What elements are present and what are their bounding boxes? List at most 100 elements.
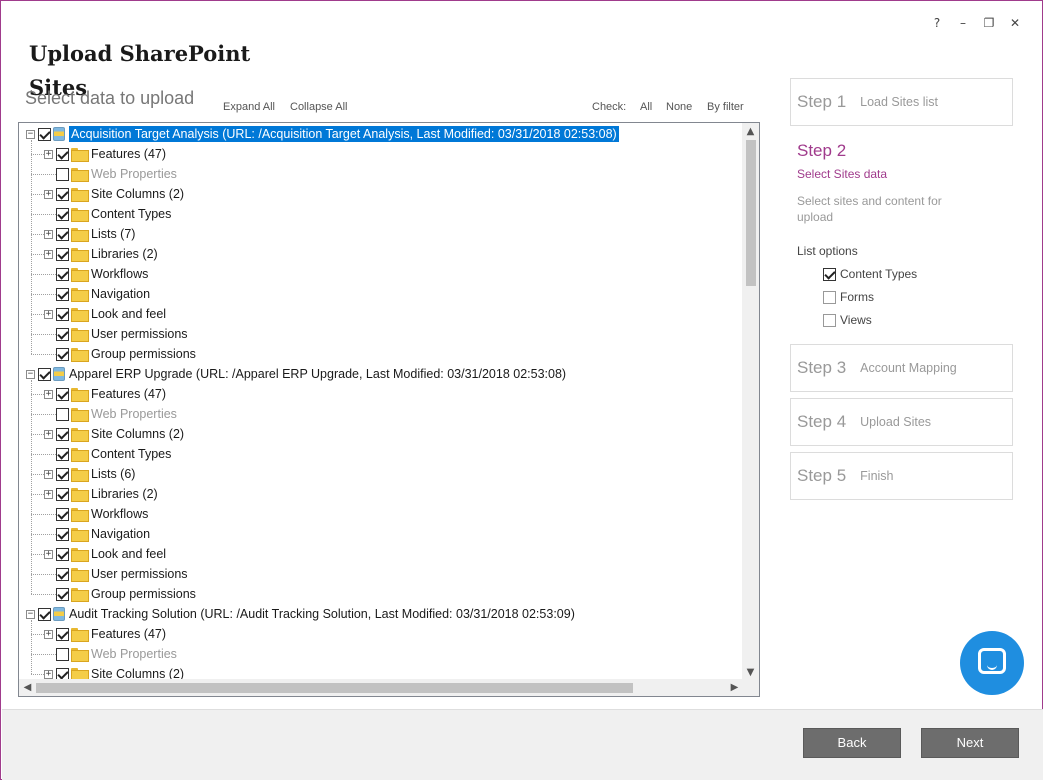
tree-child-node[interactable]: Navigation: [44, 524, 150, 544]
tree-checkbox[interactable]: [56, 147, 69, 161]
tree-checkbox[interactable]: [56, 467, 69, 481]
horizontal-scroll-thumb[interactable]: [36, 683, 633, 693]
tree-checkbox[interactable]: [38, 607, 51, 621]
tree-checkbox[interactable]: [56, 167, 69, 181]
tree-checkbox[interactable]: [56, 507, 69, 521]
tree-node-label[interactable]: Workflows: [91, 507, 148, 521]
tree-node-label[interactable]: Features (47): [91, 387, 166, 401]
tree-node-label[interactable]: Navigation: [91, 527, 150, 541]
tree-node-label[interactable]: User permissions: [91, 327, 188, 341]
tree-node-label[interactable]: Lists (6): [91, 467, 135, 481]
site-tree-view[interactable]: − Acquisition Target Analysis (URL: /Acqu…: [18, 122, 760, 697]
tree-node-label[interactable]: Apparel ERP Upgrade (URL: /Apparel ERP U…: [69, 367, 566, 381]
tree-node-label[interactable]: Web Properties: [91, 167, 177, 181]
views-checkbox[interactable]: [823, 313, 836, 327]
option-forms[interactable]: Forms: [823, 290, 874, 304]
tree-checkbox[interactable]: [56, 567, 69, 581]
tree-checkbox[interactable]: [38, 127, 51, 141]
expand-icon[interactable]: +: [44, 629, 53, 639]
close-icon[interactable]: ✕: [1002, 13, 1028, 33]
tree-node-label[interactable]: Workflows: [91, 267, 148, 281]
tree-child-node[interactable]: + Site Columns (2): [44, 184, 184, 204]
tree-child-node[interactable]: + Lists (6): [44, 464, 135, 484]
step-3-box[interactable]: Step 3 Account Mapping: [790, 344, 1013, 392]
minimize-icon[interactable]: –: [950, 13, 976, 33]
tree-checkbox[interactable]: [56, 527, 69, 541]
tree-child-node[interactable]: Web Properties: [44, 164, 177, 184]
tree-checkbox[interactable]: [56, 307, 69, 321]
tree-child-node[interactable]: User permissions: [44, 564, 188, 584]
tree-child-node[interactable]: Content Types: [44, 444, 171, 464]
tree-node-label[interactable]: Site Columns (2): [91, 187, 184, 201]
tree-child-node[interactable]: + Features (47): [44, 624, 166, 644]
tree-node-label[interactable]: Look and feel: [91, 547, 166, 561]
tree-checkbox[interactable]: [56, 427, 69, 441]
collapse-all-link[interactable]: Collapse All: [290, 101, 347, 113]
help-icon[interactable]: ?: [924, 13, 950, 33]
scroll-left-icon[interactable]: ◀: [19, 679, 36, 696]
tree-node-label[interactable]: Navigation: [91, 287, 150, 301]
step-5-box[interactable]: Step 5 Finish: [790, 452, 1013, 500]
tree-child-node[interactable]: + Libraries (2): [44, 484, 158, 504]
option-views[interactable]: Views: [823, 313, 872, 327]
tree-checkbox[interactable]: [56, 547, 69, 561]
expand-icon[interactable]: +: [44, 309, 53, 319]
tree-checkbox[interactable]: [56, 327, 69, 341]
tree-child-node[interactable]: User permissions: [44, 324, 188, 344]
tree-node-label[interactable]: Web Properties: [91, 647, 177, 661]
content-types-checkbox[interactable]: [823, 267, 836, 281]
restore-icon[interactable]: ❐: [976, 13, 1002, 33]
tree-child-node[interactable]: + Features (47): [44, 384, 166, 404]
tree-site-node[interactable]: − Acquisition Target Analysis (URL: /Acqu…: [26, 124, 619, 144]
tree-checkbox[interactable]: [56, 447, 69, 461]
scroll-right-icon[interactable]: ▶: [726, 679, 743, 696]
step-4-box[interactable]: Step 4 Upload Sites: [790, 398, 1013, 446]
collapse-icon[interactable]: −: [26, 609, 35, 619]
vertical-scroll-thumb[interactable]: [746, 140, 756, 286]
tree-site-node[interactable]: − Apparel ERP Upgrade (URL: /Apparel ERP …: [26, 364, 566, 384]
expand-icon[interactable]: +: [44, 429, 53, 439]
expand-icon[interactable]: +: [44, 189, 53, 199]
tree-node-label[interactable]: Web Properties: [91, 407, 177, 421]
expand-icon[interactable]: +: [44, 229, 53, 239]
tree-node-label[interactable]: Lists (7): [91, 227, 135, 241]
step-1-box[interactable]: Step 1 Load Sites list: [790, 78, 1013, 126]
tree-node-label[interactable]: Features (47): [91, 147, 166, 161]
chat-support-button[interactable]: [960, 631, 1024, 695]
expand-icon[interactable]: +: [44, 149, 53, 159]
check-none-link[interactable]: None: [666, 101, 692, 113]
collapse-icon[interactable]: −: [26, 369, 35, 379]
tree-child-node[interactable]: Navigation: [44, 284, 150, 304]
tree-checkbox[interactable]: [56, 627, 69, 641]
tree-node-label[interactable]: Features (47): [91, 627, 166, 641]
tree-node-label[interactable]: Acquisition Target Analysis (URL: /Acqui…: [69, 126, 619, 142]
horizontal-scrollbar[interactable]: ◀ ▶: [19, 679, 743, 696]
scroll-up-icon[interactable]: ▲: [742, 123, 759, 140]
tree-checkbox[interactable]: [38, 367, 51, 381]
tree-child-node[interactable]: Workflows: [44, 264, 148, 284]
expand-icon[interactable]: +: [44, 249, 53, 259]
back-button[interactable]: Back: [803, 728, 901, 758]
tree-node-label[interactable]: Libraries (2): [91, 247, 158, 261]
expand-icon[interactable]: +: [44, 489, 53, 499]
tree-child-node[interactable]: Web Properties: [44, 404, 177, 424]
tree-site-node[interactable]: − Audit Tracking Solution (URL: /Audit Tr…: [26, 604, 575, 624]
option-content-types[interactable]: Content Types: [823, 267, 917, 281]
tree-node-label[interactable]: User permissions: [91, 567, 188, 581]
tree-node-label[interactable]: Libraries (2): [91, 487, 158, 501]
tree-child-node[interactable]: + Look and feel: [44, 304, 166, 324]
forms-checkbox[interactable]: [823, 290, 836, 304]
tree-checkbox[interactable]: [56, 267, 69, 281]
tree-child-node[interactable]: + Site Columns (2): [44, 424, 184, 444]
tree-checkbox[interactable]: [56, 187, 69, 201]
tree-checkbox[interactable]: [56, 487, 69, 501]
tree-child-node[interactable]: Group permissions: [44, 584, 196, 604]
collapse-icon[interactable]: −: [26, 129, 35, 139]
tree-child-node[interactable]: Content Types: [44, 204, 171, 224]
vertical-scrollbar[interactable]: ▲ ▼: [742, 123, 759, 681]
expand-icon[interactable]: +: [44, 389, 53, 399]
tree-node-label[interactable]: Look and feel: [91, 307, 166, 321]
expand-icon[interactable]: +: [44, 549, 53, 559]
next-button[interactable]: Next: [921, 728, 1019, 758]
tree-node-label[interactable]: Site Columns (2): [91, 427, 184, 441]
